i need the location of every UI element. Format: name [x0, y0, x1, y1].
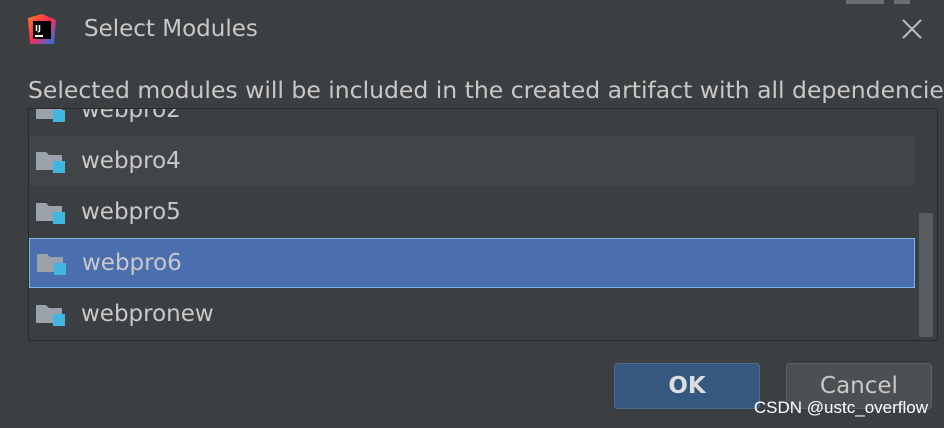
dialog-description: Selected modules will be included in the… [28, 76, 944, 104]
list-item[interactable]: webpro2 [29, 108, 915, 135]
intellij-idea-icon: IJ [26, 14, 58, 46]
ok-button[interactable]: OK [614, 363, 760, 409]
close-icon[interactable] [900, 17, 924, 41]
module-list[interactable]: webpro2 webpro4 webpro5 webpro6 webprone… [28, 108, 938, 341]
watermark: CSDN @ustc_overflow [753, 398, 928, 417]
module-folder-icon [35, 109, 67, 123]
background-window-edge [810, 0, 930, 10]
module-folder-icon [35, 199, 67, 225]
list-item[interactable]: webpronew [29, 289, 915, 339]
module-label: webpro5 [81, 199, 181, 225]
dialog-title: Select Modules [84, 16, 258, 42]
module-folder-icon [36, 250, 68, 276]
module-label: webpronew [81, 301, 214, 327]
module-label: webpro4 [81, 148, 181, 174]
dialog-titlebar: IJ Select Modules [0, 0, 944, 62]
list-item[interactable]: webpro4 [29, 136, 915, 186]
module-label: webpro6 [82, 250, 182, 276]
svg-text:IJ: IJ [35, 24, 41, 33]
scrollbar-thumb[interactable] [919, 213, 933, 337]
scrollbar[interactable] [917, 109, 937, 340]
list-item[interactable]: webpro6 [29, 238, 915, 288]
module-label: webpro2 [81, 108, 181, 123]
module-folder-icon [35, 301, 67, 327]
list-item[interactable]: webpro5 [29, 187, 915, 237]
module-folder-icon [35, 148, 67, 174]
